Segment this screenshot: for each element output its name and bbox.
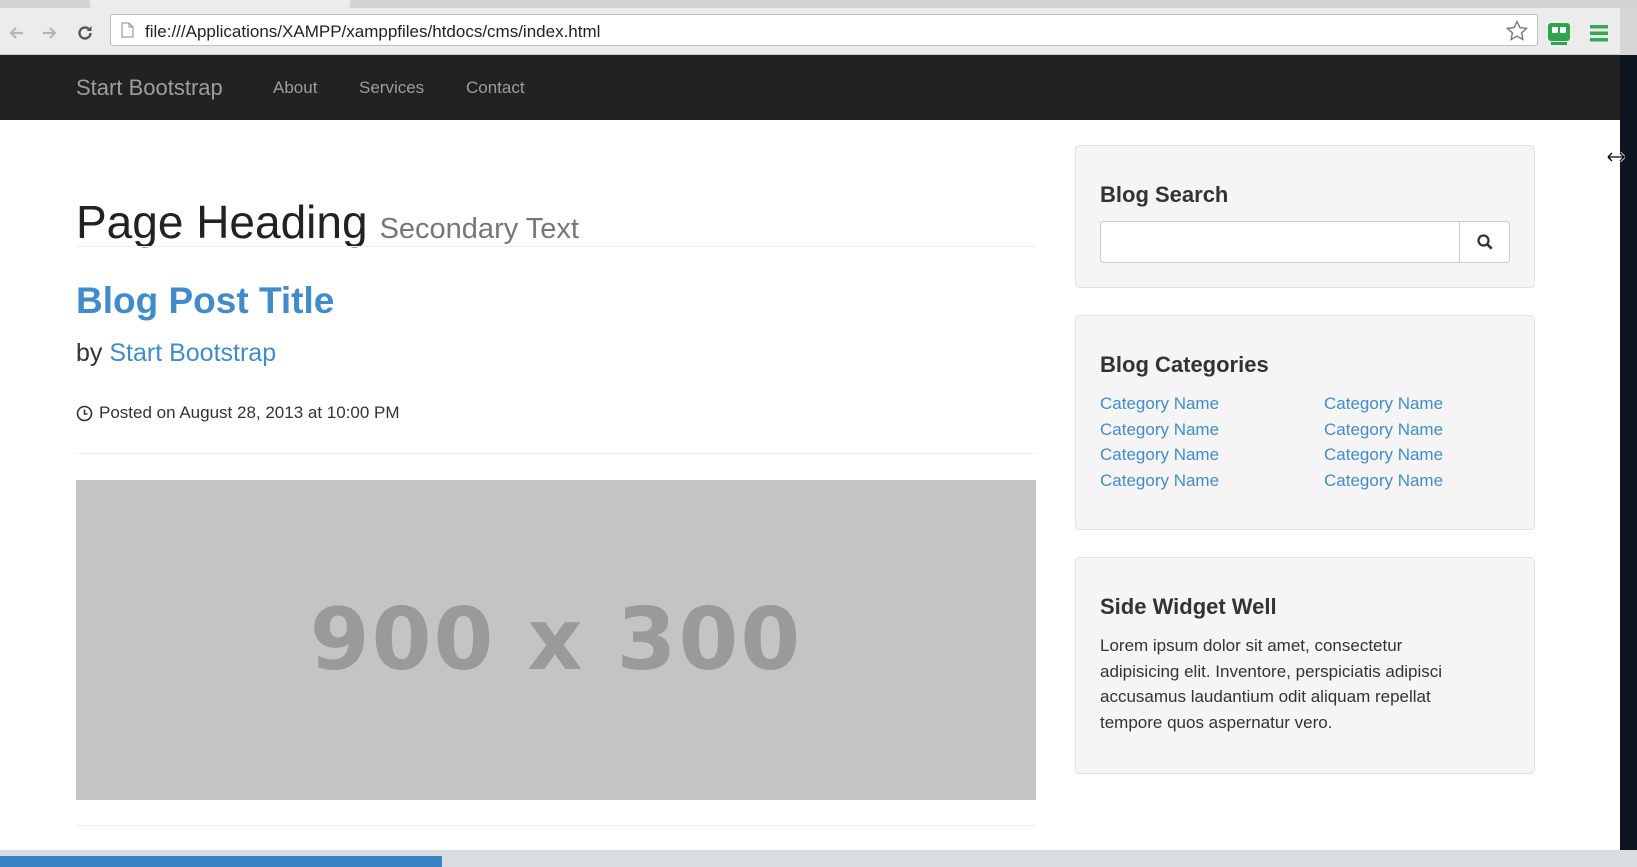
navbar-brand[interactable]: Start Bootstrap [76, 75, 223, 101]
divider [76, 825, 1036, 826]
search-icon [1476, 234, 1493, 250]
page-icon [121, 22, 134, 38]
back-arrow-icon [9, 27, 23, 39]
extension-icon[interactable] [1546, 20, 1572, 46]
category-link[interactable]: Category Name [1324, 442, 1443, 468]
side-widget-title: Side Widget Well [1100, 594, 1277, 619]
clock-icon [76, 405, 93, 421]
side-widget-text: Lorem ipsum dolor sit amet, consectetur … [1100, 636, 1443, 732]
post-image-placeholder: 900 x 300 [76, 480, 1036, 800]
nav-link-about[interactable]: About [273, 78, 317, 98]
star-icon[interactable] [1505, 19, 1529, 43]
page-viewport: Start Bootstrap About Services Contact P… [0, 55, 1620, 850]
blog-search-well: Blog Search [1075, 145, 1535, 288]
url-text[interactable]: file:///Applications/XAMPP/xamppfiles/ht… [145, 22, 600, 42]
forward-button[interactable] [36, 20, 62, 46]
blog-categories-well: Blog Categories Category Name Category N… [1075, 315, 1535, 530]
back-button[interactable] [4, 20, 30, 46]
page-heading: Page Heading Secondary Text [76, 195, 579, 249]
hamburger-menu-icon[interactable] [1586, 20, 1612, 46]
blog-search-title: Blog Search [1100, 182, 1229, 207]
category-link[interactable]: Category Name [1100, 391, 1219, 417]
search-button[interactable] [1460, 221, 1510, 263]
load-progress-bar [0, 856, 442, 867]
window-edge [1620, 55, 1637, 850]
blog-post-title[interactable]: Blog Post Title [76, 280, 334, 322]
nav-link-services[interactable]: Services [359, 78, 424, 98]
divider [76, 246, 1036, 247]
placeholder-dimensions: 900 x 300 [309, 590, 803, 690]
search-input[interactable] [1100, 221, 1460, 263]
category-link[interactable]: Category Name [1100, 442, 1219, 468]
category-link[interactable]: Category Name [1324, 417, 1443, 443]
resize-cursor-icon [1607, 151, 1625, 163]
blog-categories-title: Blog Categories [1100, 352, 1269, 377]
category-list-left: Category Name Category Name Category Nam… [1100, 391, 1219, 493]
category-link[interactable]: Category Name [1324, 468, 1443, 494]
category-link[interactable]: Category Name [1100, 417, 1219, 443]
byline-prefix: by [76, 339, 103, 367]
top-navbar: Start Bootstrap About Services Contact [0, 55, 1620, 120]
page-heading-secondary: Secondary Text [379, 213, 579, 245]
page-heading-text: Page Heading [76, 196, 368, 248]
author-link[interactable]: Start Bootstrap [109, 339, 276, 367]
forward-arrow-icon [43, 27, 57, 39]
address-bar[interactable]: file:///Applications/XAMPP/xamppfiles/ht… [110, 14, 1538, 46]
active-tab[interactable] [90, 0, 350, 8]
category-link[interactable]: Category Name [1324, 391, 1443, 417]
browser-toolbar: file:///Applications/XAMPP/xamppfiles/ht… [0, 8, 1620, 55]
tab-strip [0, 0, 1637, 8]
category-link[interactable]: Category Name [1100, 468, 1219, 494]
side-widget-well: Side Widget Well Lorem ipsum dolor sit a… [1075, 557, 1535, 774]
post-date-text: Posted on August 28, 2013 at 10:00 PM [99, 403, 400, 422]
post-date: Posted on August 28, 2013 at 10:00 PM [76, 403, 400, 423]
reload-button[interactable] [72, 20, 98, 46]
reload-icon [78, 26, 92, 40]
category-list-right: Category Name Category Name Category Nam… [1324, 391, 1443, 493]
nav-link-contact[interactable]: Contact [466, 78, 525, 98]
post-byline: by Start Bootstrap [76, 339, 276, 368]
divider [76, 453, 1036, 454]
bottom-status-bar [0, 850, 1637, 867]
